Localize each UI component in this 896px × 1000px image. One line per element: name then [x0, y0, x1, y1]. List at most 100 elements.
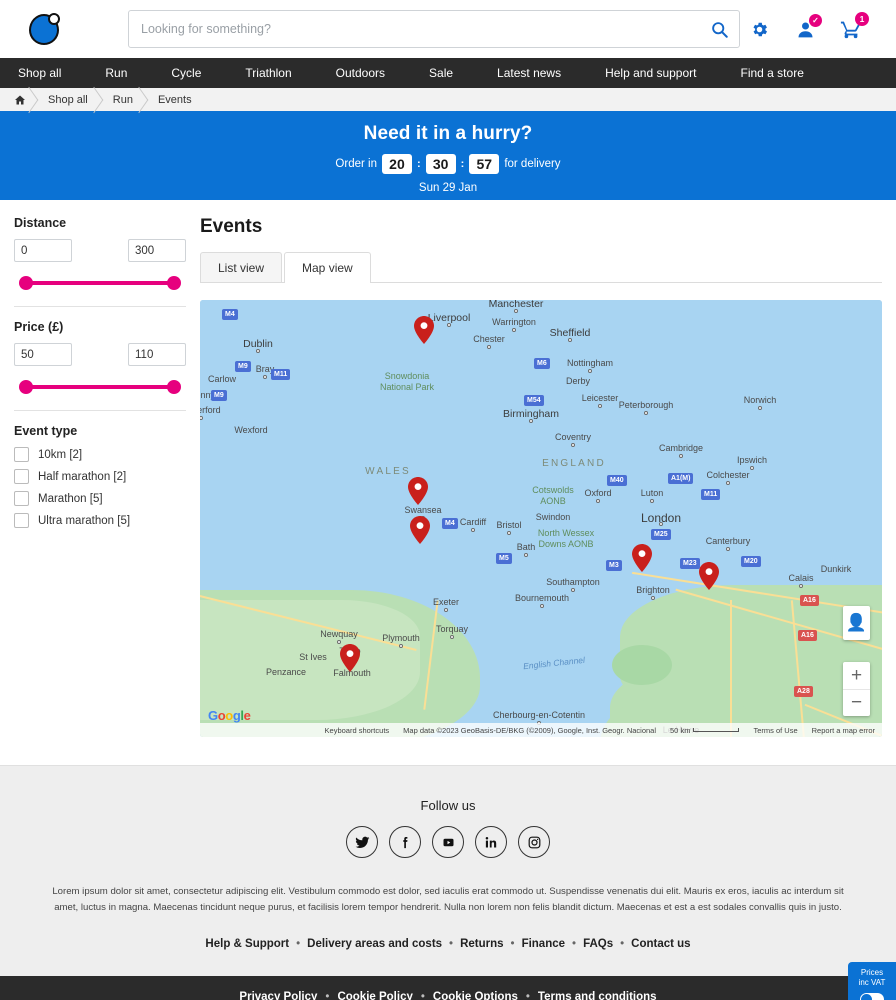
youtube-icon: [441, 835, 456, 850]
search-input[interactable]: [128, 10, 740, 48]
google-logo[interactable]: Google: [208, 708, 251, 723]
nav-item-sale[interactable]: Sale: [407, 58, 475, 88]
marker-north-devon[interactable]: [410, 516, 430, 544]
footer-link-cookie-options[interactable]: Cookie Options: [433, 991, 518, 1000]
event-type-option[interactable]: Marathon [5]: [14, 491, 186, 506]
footer-link-returns[interactable]: Returns: [460, 938, 503, 950]
marker-snowdonia[interactable]: [414, 316, 434, 344]
checkbox-icon[interactable]: [14, 447, 29, 462]
vat-toggle-widget[interactable]: Prices inc VAT: [848, 962, 896, 1000]
report-map-error-link[interactable]: Report a map error: [805, 726, 882, 735]
price-slider-handle-max[interactable]: [167, 380, 181, 394]
map-road-shield: M6: [534, 358, 550, 369]
map-road-shield: M11: [701, 489, 721, 500]
marker-cornwall[interactable]: [340, 644, 360, 672]
search-button[interactable]: [704, 16, 734, 42]
nav-item-find-a-store[interactable]: Find a store: [719, 58, 826, 88]
promo-title: Need it in a hurry?: [363, 122, 533, 144]
price-slider[interactable]: [16, 380, 184, 394]
map-road-shield: M4: [442, 518, 458, 529]
countdown-separator-1: :: [416, 157, 421, 170]
breadcrumb-item-run[interactable]: Run: [101, 88, 146, 111]
link-separator: •: [620, 938, 625, 950]
filter-event-type: Event type 10km [2] Half marathon [2] Mara…: [14, 410, 186, 549]
price-min-input[interactable]: [14, 343, 72, 366]
footer-link-delivery-areas-and-costs[interactable]: Delivery areas and costs: [307, 938, 442, 950]
map-zoom-out-button[interactable]: −: [843, 689, 870, 716]
map-city-dot: [524, 553, 528, 557]
linkedin-icon: [484, 835, 499, 850]
event-type-label: Ultra marathon [5]: [38, 514, 131, 527]
cart-count-badge: 1: [855, 12, 869, 26]
vat-toggle-knob: [861, 994, 872, 1000]
events-map[interactable]: DublinBrayCarlowKilkennyWaterfordWexford…: [200, 300, 882, 737]
marker-south-downs[interactable]: [632, 544, 652, 572]
breadcrumb-home[interactable]: [14, 88, 36, 111]
instagram-link[interactable]: [518, 826, 550, 858]
google-logo-letter: e: [243, 708, 251, 723]
twitter-link[interactable]: [346, 826, 378, 858]
linkedin-link[interactable]: [475, 826, 507, 858]
breadcrumb-item-shop-all[interactable]: Shop all: [36, 88, 101, 111]
nav-item-help-and-support[interactable]: Help and support: [583, 58, 718, 88]
tab-list-view[interactable]: List view: [200, 252, 283, 282]
filter-event-type-title: Event type: [14, 424, 78, 438]
nav-item-triathlon[interactable]: Triathlon: [223, 58, 313, 88]
map-land-snowdonia: [612, 645, 672, 685]
footer-link-terms-and-conditions[interactable]: Terms and conditions: [538, 991, 657, 1000]
footer-link-contact-us[interactable]: Contact us: [631, 938, 690, 950]
footer-link-help-support[interactable]: Help & Support: [205, 938, 289, 950]
distance-min-input[interactable]: [14, 239, 72, 262]
map-city-dot: [514, 309, 518, 313]
map-city-dot: [540, 604, 544, 608]
terms-of-use-link[interactable]: Terms of Use: [746, 726, 804, 735]
map-road-shield: A28: [794, 686, 813, 697]
event-type-option[interactable]: Half marathon [2]: [14, 469, 186, 484]
footer-link-privacy-policy[interactable]: Privacy Policy: [239, 991, 317, 1000]
map-zoom-controls: + −: [843, 662, 870, 716]
facebook-link[interactable]: [389, 826, 421, 858]
account-button[interactable]: ✓: [792, 14, 822, 43]
cart-button[interactable]: 1: [838, 12, 869, 43]
nav-item-latest-news[interactable]: Latest news: [475, 58, 583, 88]
checkbox-icon[interactable]: [14, 469, 29, 484]
nav-item-shop-all[interactable]: Shop all: [0, 58, 83, 88]
nav-item-outdoors[interactable]: Outdoors: [314, 58, 407, 88]
map-city-dot: [512, 328, 516, 332]
map-pin-icon: [699, 562, 719, 590]
map-city-dot: [256, 349, 260, 353]
checkbox-icon[interactable]: [14, 491, 29, 506]
price-max-input[interactable]: [128, 343, 186, 366]
distance-max-input[interactable]: [128, 239, 186, 262]
distance-slider-handle-max[interactable]: [167, 276, 181, 290]
distance-slider-handle-min[interactable]: [19, 276, 33, 290]
keyboard-shortcuts-link[interactable]: Keyboard shortcuts: [318, 726, 397, 735]
breadcrumb-item-events[interactable]: Events: [146, 88, 205, 111]
price-slider-handle-min[interactable]: [19, 380, 33, 394]
delivery-countdown-banner: Need it in a hurry? Order in 20 : 30 : 5…: [0, 114, 896, 200]
map-pin-icon: [632, 544, 652, 572]
footer-link-faqs[interactable]: FAQs: [583, 938, 613, 950]
vat-toggle-switch[interactable]: [860, 993, 884, 1000]
event-type-label: 10km [2]: [38, 448, 83, 461]
nav-item-cycle[interactable]: Cycle: [149, 58, 223, 88]
footer-link-cookie-policy[interactable]: Cookie Policy: [337, 991, 412, 1000]
street-view-button[interactable]: 👤: [843, 606, 870, 640]
brand-logo[interactable]: [18, 12, 70, 46]
price-range-inputs: [14, 343, 186, 366]
settings-button[interactable]: [746, 15, 772, 43]
marker-eastbourne[interactable]: [699, 562, 719, 590]
nav-item-run[interactable]: Run: [83, 58, 149, 88]
map-zoom-in-button[interactable]: +: [843, 662, 870, 689]
footer-link-finance[interactable]: Finance: [522, 938, 565, 950]
event-type-option[interactable]: Ultra marathon [5]: [14, 513, 186, 528]
checkbox-icon[interactable]: [14, 513, 29, 528]
event-type-option[interactable]: 10km [2]: [14, 447, 186, 462]
youtube-link[interactable]: [432, 826, 464, 858]
map-data-attribution: Map data ©2023 GeoBasis-DE/BKG (©2009), …: [403, 725, 657, 735]
tab-map-view[interactable]: Map view: [284, 252, 371, 283]
distance-slider[interactable]: [16, 276, 184, 290]
link-separator: •: [296, 938, 301, 950]
marker-swansea[interactable]: [408, 477, 428, 505]
map-city-dot: [750, 466, 754, 470]
